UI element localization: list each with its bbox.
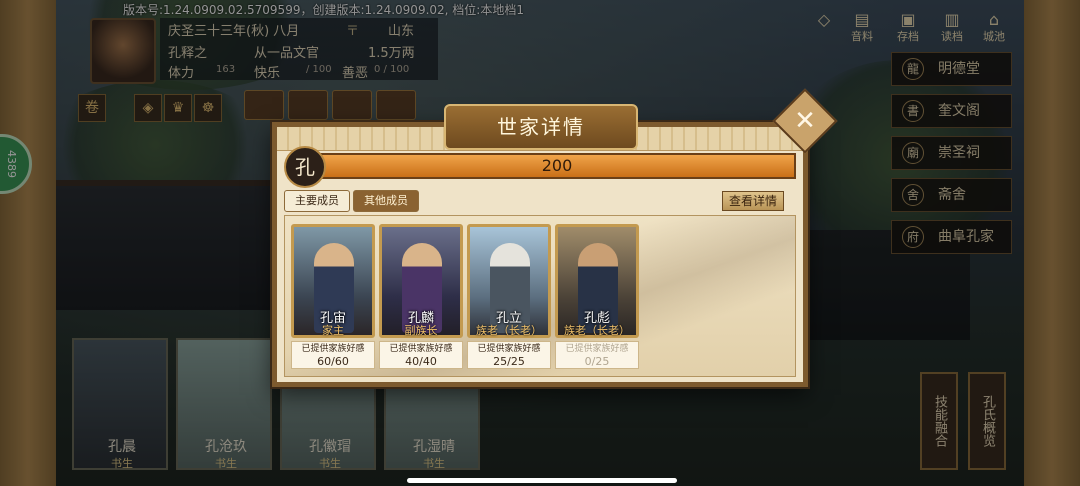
member-rank: 家主 — [322, 324, 344, 337]
member-favor-value: 60/60 — [317, 355, 349, 368]
member-favor-box: 已提供家族好感 0/25 — [555, 341, 639, 369]
modal-title: 世家详情 — [444, 104, 638, 150]
member-card[interactable]: 孔麟 副族长 已提供家族好感 40/40 — [379, 224, 463, 369]
view-details-button[interactable]: 查看详情 — [722, 191, 784, 211]
close-icon: ✕ — [794, 106, 816, 136]
member-favor-label: 已提供家族好感 — [477, 344, 541, 354]
member-favor-box: 已提供家族好感 40/40 — [379, 341, 463, 369]
home-indicator[interactable] — [407, 478, 677, 483]
member-favor-label: 已提供家族好感 — [389, 344, 453, 354]
tab-main-members[interactable]: 主要成员 — [284, 190, 350, 212]
member-rank: 副族长 — [404, 324, 438, 337]
member-favor-label: 已提供家族好感 — [565, 344, 629, 354]
member-favor-label: 已提供家族好感 — [301, 344, 365, 354]
surname-badge: 孔 — [284, 146, 326, 188]
member-favor-box: 已提供家族好感 60/60 — [291, 341, 375, 369]
member-card[interactable]: 孔立 族老（长老） 已提供家族好感 25/25 — [467, 224, 551, 369]
member-favor-value: 0/25 — [584, 355, 610, 368]
member-rank: 族老（长老） — [476, 324, 542, 337]
member-favor-value: 40/40 — [405, 355, 437, 368]
family-score-bar: 200 — [318, 153, 796, 179]
member-rank: 族老（长老） — [564, 324, 630, 337]
member-card[interactable]: 孔彪 族老（长老） 已提供家族好感 0/25 — [555, 224, 639, 369]
member-card[interactable]: 孔宙 家主 已提供家族好感 60/60 — [291, 224, 375, 369]
member-favor-value: 25/25 — [493, 355, 525, 368]
tab-other-members[interactable]: 其他成员 — [353, 190, 419, 212]
member-favor-box: 已提供家族好感 25/25 — [467, 341, 551, 369]
